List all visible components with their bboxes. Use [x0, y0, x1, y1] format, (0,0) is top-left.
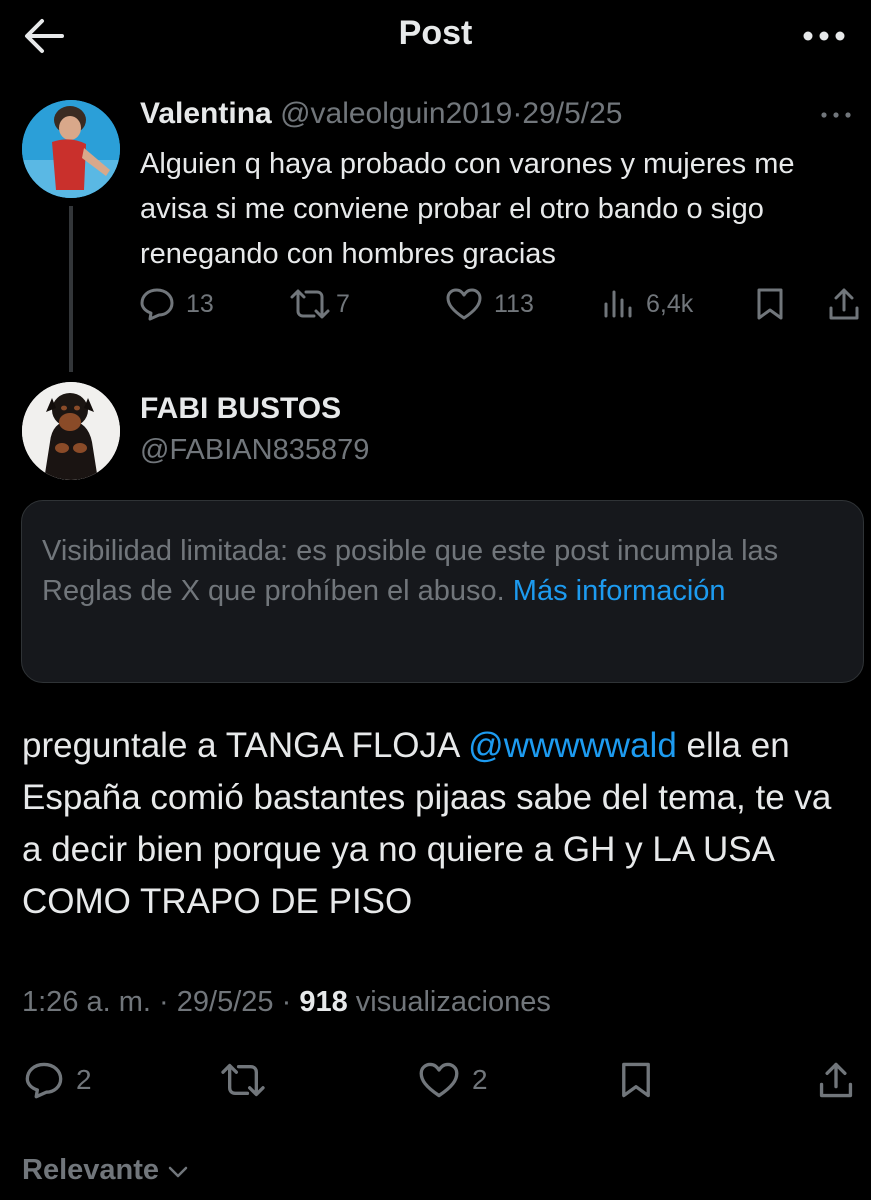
- more-icon: [821, 112, 851, 118]
- avatar[interactable]: [22, 382, 120, 480]
- visibility-notice: Visibilidad limitada: es posible que est…: [21, 500, 864, 683]
- like-button[interactable]: 113: [444, 286, 534, 322]
- reply-author-handle[interactable]: @FABIAN835879: [140, 434, 369, 467]
- reply-count: 13: [186, 289, 214, 318]
- views-count: 6,4k: [646, 289, 694, 318]
- post-time[interactable]: 1:26 a. m.: [22, 986, 151, 1018]
- repost-icon: [221, 1063, 265, 1097]
- sort-label: Relevante: [22, 1154, 160, 1186]
- chevron-down-icon: [168, 1166, 188, 1177]
- share-button[interactable]: [816, 1060, 856, 1100]
- bookmark-icon: [757, 288, 783, 320]
- reply-icon: [140, 288, 174, 321]
- reply-count: 2: [76, 1064, 92, 1095]
- like-icon: [446, 288, 482, 320]
- repost-icon: [290, 289, 330, 319]
- post-more-button[interactable]: [812, 104, 860, 126]
- post-date[interactable]: 29/5/25: [177, 986, 274, 1018]
- avatar[interactable]: [22, 100, 120, 198]
- share-icon: [819, 1062, 853, 1098]
- reply-button[interactable]: 2: [22, 1060, 92, 1100]
- share-icon: [829, 288, 859, 320]
- reply-meta: 1:26 a. m. · 29/5/25 · 918 visualizacion…: [22, 986, 551, 1019]
- bookmark-button[interactable]: [618, 1060, 654, 1100]
- reply-button[interactable]: 13: [138, 286, 214, 322]
- views-label: visualizaciones: [355, 986, 551, 1018]
- parent-post-meta: Valentina @valeolguin2019·29/5/25: [140, 97, 622, 131]
- like-button[interactable]: 2: [416, 1060, 488, 1100]
- meta-separator: ·: [512, 97, 523, 130]
- bookmark-button[interactable]: [754, 286, 786, 322]
- more-icon: [803, 31, 845, 41]
- sort-dropdown[interactable]: Relevante: [22, 1154, 191, 1187]
- post-text: Alguien q haya probado con varones y muj…: [140, 148, 795, 270]
- repost-count: 7: [336, 289, 350, 318]
- page-title: Post: [398, 14, 473, 52]
- repost-button[interactable]: [218, 1060, 268, 1100]
- meta-separator: ·: [281, 986, 292, 1018]
- thread-line: [69, 206, 73, 372]
- post-date[interactable]: 29/5/25: [522, 97, 622, 130]
- meta-separator: ·: [159, 986, 169, 1018]
- reply-author-name[interactable]: FABI BUSTOS: [140, 392, 341, 426]
- views-button[interactable]: 6,4k: [602, 286, 693, 322]
- more-options-button[interactable]: [800, 22, 848, 50]
- bookmark-icon: [622, 1062, 650, 1098]
- repost-button[interactable]: 7: [288, 286, 350, 322]
- mention-link[interactable]: @wwwwwald: [468, 726, 677, 765]
- like-count: 113: [494, 289, 534, 318]
- more-info-link[interactable]: Más información: [513, 575, 726, 607]
- views-icon: [604, 290, 632, 318]
- like-icon: [419, 1062, 459, 1098]
- reply-text-start: preguntale a TANGA FLOJA: [22, 726, 469, 765]
- author-handle[interactable]: @valeolguin2019: [280, 97, 512, 130]
- reply-text: preguntale a TANGA FLOJA @wwwwwald ella …: [22, 720, 852, 928]
- views-count[interactable]: 918: [299, 986, 347, 1018]
- share-button[interactable]: [826, 286, 862, 322]
- like-count: 2: [472, 1064, 488, 1095]
- author-name[interactable]: Valentina: [140, 97, 272, 130]
- reply-icon: [25, 1062, 63, 1099]
